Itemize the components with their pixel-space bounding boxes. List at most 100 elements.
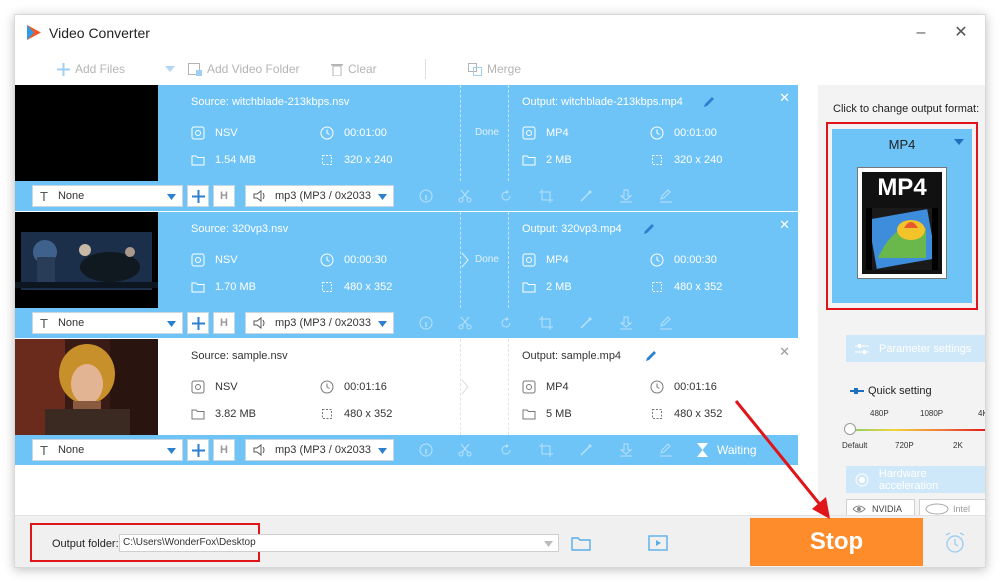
edit-pencil-icon[interactable] — [702, 95, 716, 109]
hardsub-icon: H — [220, 190, 228, 202]
edit-pencil-icon[interactable] — [644, 349, 658, 363]
effects-wand-icon[interactable] — [579, 443, 593, 457]
output-name: Output: sample.mp4 — [522, 350, 622, 362]
add-files-button[interactable]: Add Files — [57, 61, 125, 77]
output-name: Output: 320vp3.mp4 — [522, 223, 622, 235]
merge-icon — [468, 62, 482, 76]
edit-subtitle-icon[interactable] — [659, 189, 673, 203]
quality-label-4k: 4K — [978, 409, 985, 418]
output-format-selector[interactable]: MP4 MP4 — [832, 129, 972, 303]
source-resolution: 480 x 352 — [344, 281, 393, 293]
task-info: Source: sample.nsv NSV 00:01:16 3.82 MB … — [158, 339, 798, 435]
task-item[interactable]: Source: witchblade-213kbps.nsv NSV 00:01… — [15, 85, 798, 211]
rotate-icon[interactable] — [499, 316, 513, 330]
audio-track-select[interactable]: mp3 (MP3 / 0x2033 — [245, 312, 394, 334]
hardware-acceleration-button[interactable]: Hardware acceleration — [846, 466, 985, 493]
remove-task-button[interactable]: ✕ — [779, 217, 790, 233]
quality-slider-handle[interactable] — [844, 423, 856, 435]
task-item[interactable]: Source: 320vp3.nsv NSV 00:00:30 1.70 MB … — [15, 212, 798, 338]
crop-icon[interactable] — [539, 316, 553, 330]
app-logo-icon — [27, 25, 41, 40]
plus-icon — [191, 316, 205, 330]
annotation-arrow — [734, 400, 830, 519]
add-subtitle-button[interactable] — [187, 439, 209, 461]
hourglass-icon — [697, 443, 708, 457]
alarm-clock-icon[interactable] — [943, 532, 967, 554]
info-icon[interactable] — [419, 443, 433, 457]
task-item[interactable]: Source: sample.nsv NSV 00:01:16 3.82 MB … — [15, 339, 798, 465]
video-thumbnail — [15, 85, 158, 181]
source-name: Source: witchblade-213kbps.nsv — [191, 96, 350, 108]
stop-button[interactable]: Stop — [750, 518, 923, 566]
subtitle-select[interactable]: T None — [32, 185, 183, 207]
add-subtitle-button[interactable] — [187, 185, 209, 207]
effects-wand-icon[interactable] — [579, 189, 593, 203]
quality-label-720p: 720P — [895, 441, 914, 450]
folder-icon — [191, 409, 205, 420]
video-output-icon[interactable] — [648, 535, 668, 551]
watermark-icon[interactable] — [619, 189, 633, 203]
quality-slider-track[interactable] — [848, 429, 985, 431]
source-size: 1.54 MB — [215, 154, 256, 166]
info-icon[interactable] — [419, 316, 433, 330]
quality-label-480p: 480P — [870, 409, 889, 418]
clock-icon — [650, 253, 664, 267]
nvidia-label: NVIDIA — [872, 504, 903, 514]
output-resolution: 320 x 240 — [674, 154, 723, 166]
clock-icon — [650, 126, 664, 140]
clock-icon — [320, 126, 334, 140]
hardsub-icon: H — [220, 444, 228, 456]
acceleration-icon — [855, 473, 869, 486]
edit-subtitle-icon[interactable] — [659, 443, 673, 457]
output-format: MP4 — [546, 381, 569, 393]
status-text: Done — [475, 127, 499, 138]
format-badge-text: MP4 — [877, 174, 927, 201]
clear-button[interactable]: Clear — [331, 61, 377, 77]
add-subtitle-button[interactable] — [187, 312, 209, 334]
audio-track-select[interactable]: mp3 (MP3 / 0x2033 — [245, 185, 394, 207]
watermark-icon[interactable] — [619, 316, 633, 330]
audio-track-value: mp3 (MP3 / 0x2033 — [275, 317, 371, 329]
watermark-icon[interactable] — [619, 443, 633, 457]
audio-track-select[interactable]: mp3 (MP3 / 0x2033 — [245, 439, 394, 461]
hardsub-button[interactable]: H — [213, 312, 235, 334]
trim-icon[interactable] — [458, 316, 472, 330]
output-resolution: 480 x 352 — [674, 281, 723, 293]
close-window-button[interactable]: ✕ — [951, 23, 971, 43]
info-icon[interactable] — [419, 189, 433, 203]
output-duration: 00:01:16 — [674, 381, 717, 393]
chevron-down-icon — [544, 541, 553, 547]
effects-wand-icon[interactable] — [579, 316, 593, 330]
add-video-folder-button[interactable]: Add Video Folder — [188, 61, 300, 77]
status-text: Done — [475, 254, 499, 265]
source-resolution: 320 x 240 — [344, 154, 393, 166]
edit-pencil-icon[interactable] — [642, 222, 656, 236]
subtitle-select[interactable]: T None — [32, 312, 183, 334]
chevron-down-icon — [167, 321, 176, 327]
source-format: NSV — [215, 127, 238, 139]
sliders-icon — [855, 343, 869, 354]
parameter-settings-button[interactable]: Parameter settings — [846, 335, 985, 362]
quality-label-2k: 2K — [953, 441, 963, 450]
subtitle-select[interactable]: T None — [32, 439, 183, 461]
remove-task-button[interactable]: ✕ — [779, 344, 790, 360]
merge-button[interactable]: Merge — [468, 61, 521, 77]
minimize-button[interactable]: – — [911, 23, 931, 43]
speaker-icon — [253, 317, 265, 329]
clear-label: Clear — [348, 62, 377, 76]
open-folder-icon[interactable] — [571, 536, 591, 551]
hardsub-button[interactable]: H — [213, 439, 235, 461]
remove-task-button[interactable]: ✕ — [779, 90, 790, 106]
hardsub-button[interactable]: H — [213, 185, 235, 207]
crop-icon[interactable] — [539, 189, 553, 203]
rotate-icon[interactable] — [499, 189, 513, 203]
chevron-down-icon[interactable] — [165, 66, 175, 72]
trim-icon[interactable] — [458, 443, 472, 457]
edit-subtitle-icon[interactable] — [659, 316, 673, 330]
rotate-icon[interactable] — [499, 443, 513, 457]
output-folder-input[interactable]: C:\Users\WonderFox\Desktop — [119, 534, 559, 552]
output-size: 5 MB — [546, 408, 572, 420]
crop-icon[interactable] — [539, 443, 553, 457]
chevron-right-icon — [461, 252, 469, 268]
trim-icon[interactable] — [458, 189, 472, 203]
